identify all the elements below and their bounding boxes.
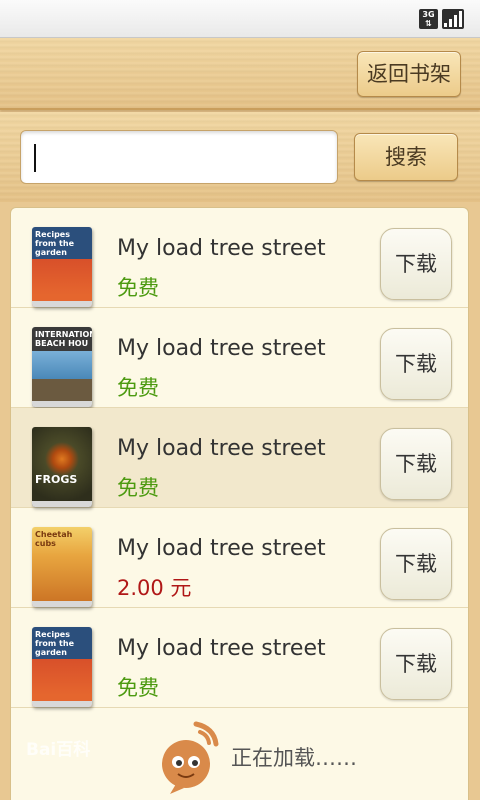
book-price: 免费 (117, 276, 159, 300)
book-title: My load tree street (117, 236, 326, 261)
book-price: 免费 (117, 376, 159, 400)
loading-text: 正在加载…… (231, 746, 357, 770)
book-price: 2.00 元 (117, 576, 192, 600)
search-input[interactable] (20, 130, 338, 184)
book-price: 免费 (117, 676, 159, 700)
back-to-bookshelf-button[interactable]: 返回书架 (357, 51, 461, 97)
text-cursor (34, 144, 36, 172)
search-button[interactable]: 搜索 (354, 133, 458, 181)
search-bar: 搜索 (0, 112, 480, 202)
list-item[interactable]: Cheetah cubs My load tree street 2.00 元 … (11, 508, 468, 608)
cover-title: Recipes from the garden (35, 230, 74, 257)
watermark: Bai百科 (26, 740, 91, 760)
list-item[interactable]: Recipes from the garden My load tree str… (11, 208, 468, 308)
cover-title: FROGS (35, 473, 78, 486)
book-list: Recipes from the garden My load tree str… (10, 207, 469, 800)
cover-title: Recipes from the garden (35, 630, 74, 657)
list-item[interactable]: INTERNATIONAL BEACH HOU My load tree str… (11, 308, 468, 408)
book-cover: Recipes from the garden (32, 227, 92, 307)
top-bar: 返回书架 (0, 38, 480, 110)
book-price: 免费 (117, 476, 159, 500)
status-bar: 3G ⇅ (0, 0, 480, 38)
book-title: My load tree street (117, 436, 326, 461)
cover-title: Cheetah cubs (35, 530, 73, 548)
network-label: 3G (422, 10, 435, 19)
download-button[interactable]: 下载 (380, 528, 452, 600)
book-cover: FROGS (32, 427, 92, 507)
download-button[interactable]: 下载 (380, 628, 452, 700)
mascot-icon (162, 721, 219, 794)
download-button[interactable]: 下载 (380, 428, 452, 500)
book-cover: Recipes from the garden (32, 627, 92, 707)
book-cover: Cheetah cubs (32, 527, 92, 607)
book-title: My load tree street (117, 536, 326, 561)
signal-icon (442, 9, 464, 29)
network-3g-icon: 3G ⇅ (419, 9, 438, 29)
list-item[interactable]: Recipes from the garden My load tree str… (11, 608, 468, 708)
book-cover: INTERNATIONAL BEACH HOU (32, 327, 92, 407)
list-item[interactable]: FROGS My load tree street 免费 下载 (11, 408, 468, 508)
download-button[interactable]: 下载 (380, 228, 452, 300)
book-title: My load tree street (117, 636, 326, 661)
cover-title: INTERNATIONAL BEACH HOU (35, 330, 92, 348)
download-button[interactable]: 下载 (380, 328, 452, 400)
book-title: My load tree street (117, 336, 326, 361)
